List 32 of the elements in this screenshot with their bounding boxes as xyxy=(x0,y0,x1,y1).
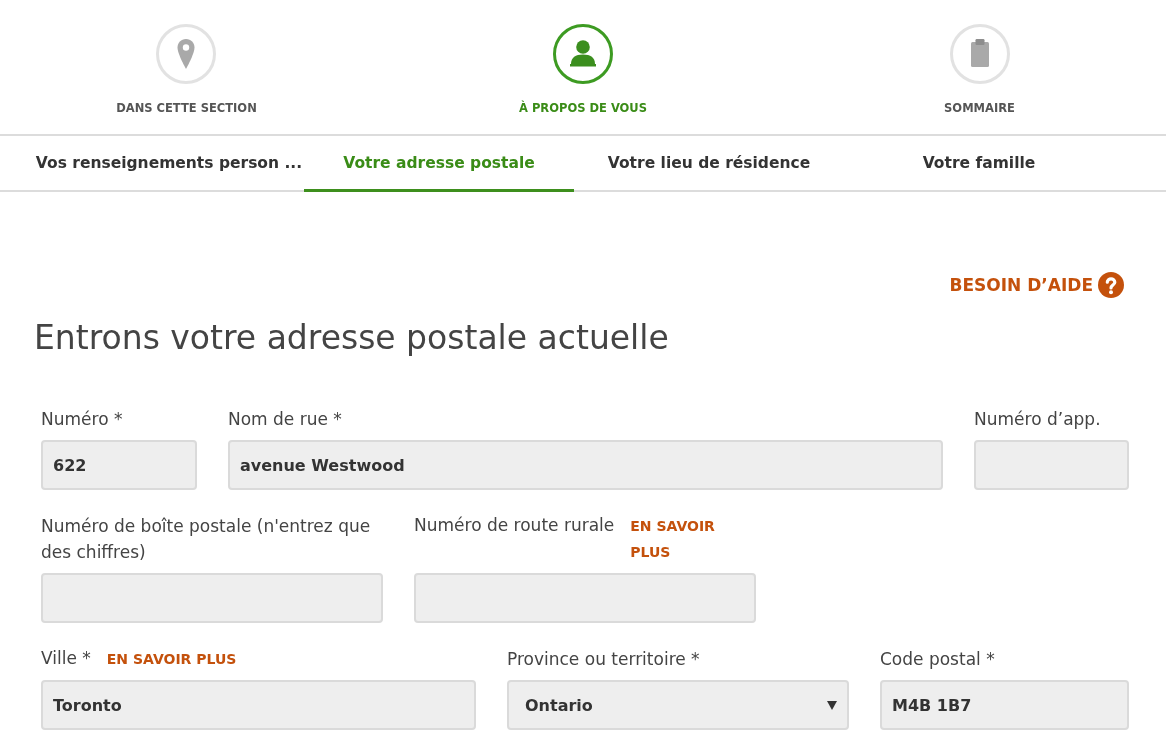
text-field[interactable]: M4B 1B7 xyxy=(880,680,1129,730)
field-label: Nom de rue * xyxy=(228,408,342,431)
page-heading: Entrons votre adresse postale actuelle xyxy=(34,317,670,359)
tab[interactable]: Votre famille xyxy=(844,136,1114,192)
text-field[interactable]: Toronto xyxy=(41,680,476,730)
step-button[interactable]: SOMMAIRE xyxy=(944,24,1015,116)
field-label: Numéro de boîte postale (n'entrez que des chiffres) xyxy=(41,515,372,564)
field-label: Numéro de route rurale xyxy=(414,514,615,537)
field-label: Numéro * xyxy=(41,408,123,431)
help-icon xyxy=(1098,272,1124,298)
tab[interactable]: Votre adresse postale xyxy=(304,136,574,192)
learn-more-link[interactable]: EN SAVOIR PLUS xyxy=(106,646,237,672)
text-field[interactable]: 622 xyxy=(41,440,197,490)
step-button[interactable]: À PROPOS DE VOUS xyxy=(519,24,647,116)
field-label: Code postal * xyxy=(880,648,995,671)
text-field[interactable] xyxy=(414,573,756,623)
field-label: Province ou territoire * xyxy=(507,648,700,671)
tab[interactable]: Vos renseignements person ... xyxy=(34,136,304,192)
learn-more-link[interactable]: EN SAVOIR PLUS xyxy=(630,513,756,565)
caret-icon xyxy=(827,700,837,710)
text-field[interactable] xyxy=(41,573,383,623)
help-link[interactable]: BESOIN D’AIDE xyxy=(949,272,1124,298)
location-pin-icon xyxy=(156,24,217,84)
dropdown[interactable]: Ontario xyxy=(507,680,849,730)
tab[interactable]: Votre lieu de résidence xyxy=(574,136,844,192)
clipboard-icon xyxy=(949,24,1010,84)
field-label: Ville * xyxy=(41,647,91,670)
text-field[interactable]: avenue Westwood xyxy=(228,440,943,490)
person-icon xyxy=(553,24,613,84)
text-field[interactable] xyxy=(974,440,1129,490)
step-button[interactable]: DANS CETTE SECTION xyxy=(116,24,257,116)
field-label: Numéro d’app. xyxy=(974,408,1101,431)
